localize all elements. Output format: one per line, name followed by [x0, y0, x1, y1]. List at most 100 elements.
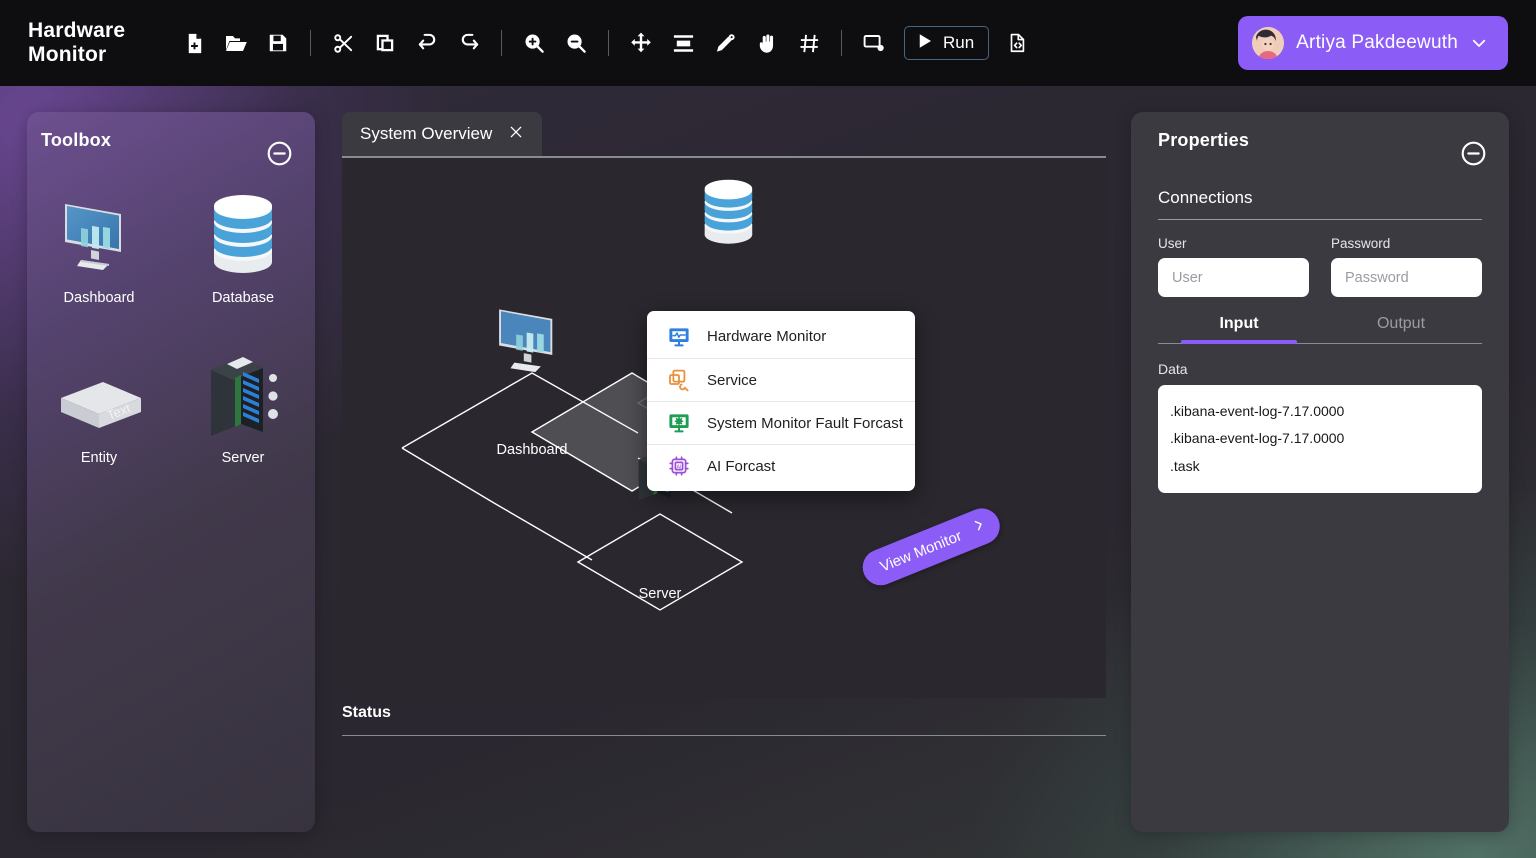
- node-label-dashboard: Dashboard: [496, 442, 568, 458]
- context-menu-item-label: Hardware Monitor: [707, 328, 827, 345]
- toolbar-buttons: Run: [174, 22, 1037, 64]
- entity-slab-icon: Text: [47, 340, 151, 444]
- open-folder-button[interactable]: [216, 22, 256, 64]
- context-menu-item-label: AI Forcast: [707, 457, 776, 475]
- toolbox-item-entity[interactable]: Text Entity: [27, 334, 171, 472]
- zoom-in-icon: [523, 32, 546, 55]
- document-tabbar: System Overview: [342, 112, 1106, 158]
- run-button[interactable]: Run: [904, 26, 990, 60]
- properties-collapse-button[interactable]: [1460, 140, 1487, 172]
- data-line: .kibana-event-log-7.17.0000: [1170, 430, 1345, 447]
- properties-body: Connections User Password Input Output D…: [1158, 188, 1482, 493]
- tab-label: System Overview: [360, 124, 493, 143]
- monitor-record-button[interactable]: [854, 22, 894, 64]
- toolbox-collapse-button[interactable]: [266, 140, 293, 172]
- move-button[interactable]: [621, 22, 661, 64]
- play-icon: [916, 32, 934, 55]
- toolbox-panel: Toolbox Dashboard Database Text Entity S…: [27, 112, 315, 832]
- pan-hand-button[interactable]: [747, 22, 787, 64]
- cut-button[interactable]: [323, 22, 363, 64]
- data-list[interactable]: .kibana-event-log-7.17.0000 .kibana-even…: [1158, 385, 1482, 493]
- scissors-icon: [332, 32, 355, 55]
- properties-panel: Properties Connections User Password Inp…: [1131, 112, 1509, 832]
- database-cylinder-icon: [201, 180, 285, 284]
- password-field-label: Password: [1331, 236, 1391, 251]
- toolbar-divider: [310, 30, 311, 56]
- copy-button[interactable]: [365, 22, 405, 64]
- redo-icon: [458, 32, 481, 55]
- move-arrows-icon: [629, 31, 653, 55]
- top-toolbar: Hardware Monitor Run Artiya Pakdeewuth: [0, 0, 1536, 86]
- hand-icon: [756, 32, 779, 55]
- status-rule: [342, 735, 1106, 736]
- app-brand: Hardware Monitor: [28, 19, 160, 67]
- connections-rule: [1158, 219, 1482, 220]
- pen-settings-icon: [714, 32, 737, 55]
- minus-circle-icon: [1460, 141, 1487, 171]
- password-field-group: Password: [1331, 236, 1482, 297]
- save-button[interactable]: [258, 22, 298, 64]
- user-field-label: User: [1158, 236, 1187, 251]
- context-menu-item-service[interactable]: Service: [647, 358, 915, 401]
- edit-pen-button[interactable]: [705, 22, 745, 64]
- folder-open-icon: [224, 31, 248, 55]
- io-tabs: Input Output: [1158, 315, 1482, 344]
- save-icon: [267, 32, 289, 54]
- context-menu: Hardware Monitor Service System Monitor …: [647, 311, 915, 491]
- toolbar-divider: [841, 30, 842, 56]
- toolbox-item-label: Dashboard: [63, 290, 135, 306]
- new-file-button[interactable]: [174, 22, 214, 64]
- zoom-out-button[interactable]: [556, 22, 596, 64]
- tab-input[interactable]: Input: [1158, 315, 1320, 344]
- zoom-in-button[interactable]: [514, 22, 554, 64]
- close-icon[interactable]: [508, 124, 524, 145]
- tab-output[interactable]: Output: [1320, 315, 1482, 343]
- password-input[interactable]: [1331, 258, 1482, 297]
- grid-button[interactable]: [789, 22, 829, 64]
- service-wrench-icon: [667, 368, 691, 392]
- minus-circle-icon: [266, 141, 293, 171]
- status-section: Status: [342, 704, 1106, 736]
- hardware-monitor-icon: [667, 325, 691, 349]
- tab-system-overview[interactable]: System Overview: [342, 112, 543, 156]
- toolbox-item-dashboard[interactable]: Dashboard: [27, 174, 171, 312]
- context-menu-item-label: System Monitor Fault Forcast: [707, 414, 903, 432]
- copy-icon: [374, 32, 396, 54]
- toolbox-item-database[interactable]: Database: [171, 174, 315, 312]
- user-field-group: User: [1158, 236, 1309, 297]
- brand-line-2: Monitor: [28, 43, 107, 66]
- data-line: .task: [1170, 457, 1200, 474]
- toolbox-item-server[interactable]: Server: [171, 334, 315, 472]
- chevron-down-icon: [1470, 34, 1488, 52]
- toolbox-title: Toolbox: [41, 130, 112, 150]
- toolbar-divider: [608, 30, 609, 56]
- context-menu-item-hardware-monitor[interactable]: Hardware Monitor: [647, 315, 915, 358]
- context-menu-item-ai-forcast[interactable]: AI AI Forcast: [647, 444, 915, 487]
- status-label: Status: [342, 704, 391, 721]
- grid-icon: [798, 32, 821, 55]
- align-button[interactable]: [663, 22, 703, 64]
- brand-line-1: Hardware: [28, 19, 126, 43]
- properties-title: Properties: [1158, 130, 1250, 150]
- code-file-icon: [1006, 32, 1028, 54]
- connections-section-title: Connections: [1158, 188, 1253, 207]
- code-file-button[interactable]: [997, 22, 1037, 64]
- toolbox-item-label: Database: [211, 290, 275, 306]
- undo-button[interactable]: [407, 22, 447, 64]
- user-input[interactable]: [1158, 258, 1309, 297]
- user-menu-button[interactable]: Artiya Pakdeewuth: [1238, 16, 1508, 70]
- monitor-isometric-icon: [47, 180, 151, 284]
- redo-button[interactable]: [449, 22, 489, 64]
- avatar: [1252, 27, 1285, 59]
- system-monitor-gear-icon: [667, 411, 691, 435]
- chevron-right-icon: [970, 516, 989, 538]
- node-label-server: Server: [638, 586, 682, 602]
- data-line: .kibana-event-log-7.17.0000: [1170, 403, 1345, 419]
- toolbox-item-label: Entity: [80, 450, 118, 466]
- context-menu-item-system-monitor-fault-forcast[interactable]: System Monitor Fault Forcast: [647, 401, 915, 444]
- data-label: Data: [1158, 361, 1188, 377]
- run-label: Run: [943, 33, 975, 52]
- toolbox-item-label: Server: [221, 450, 265, 466]
- credentials-row: User Password: [1158, 236, 1482, 297]
- user-name: Artiya Pakdeewuth: [1296, 32, 1458, 53]
